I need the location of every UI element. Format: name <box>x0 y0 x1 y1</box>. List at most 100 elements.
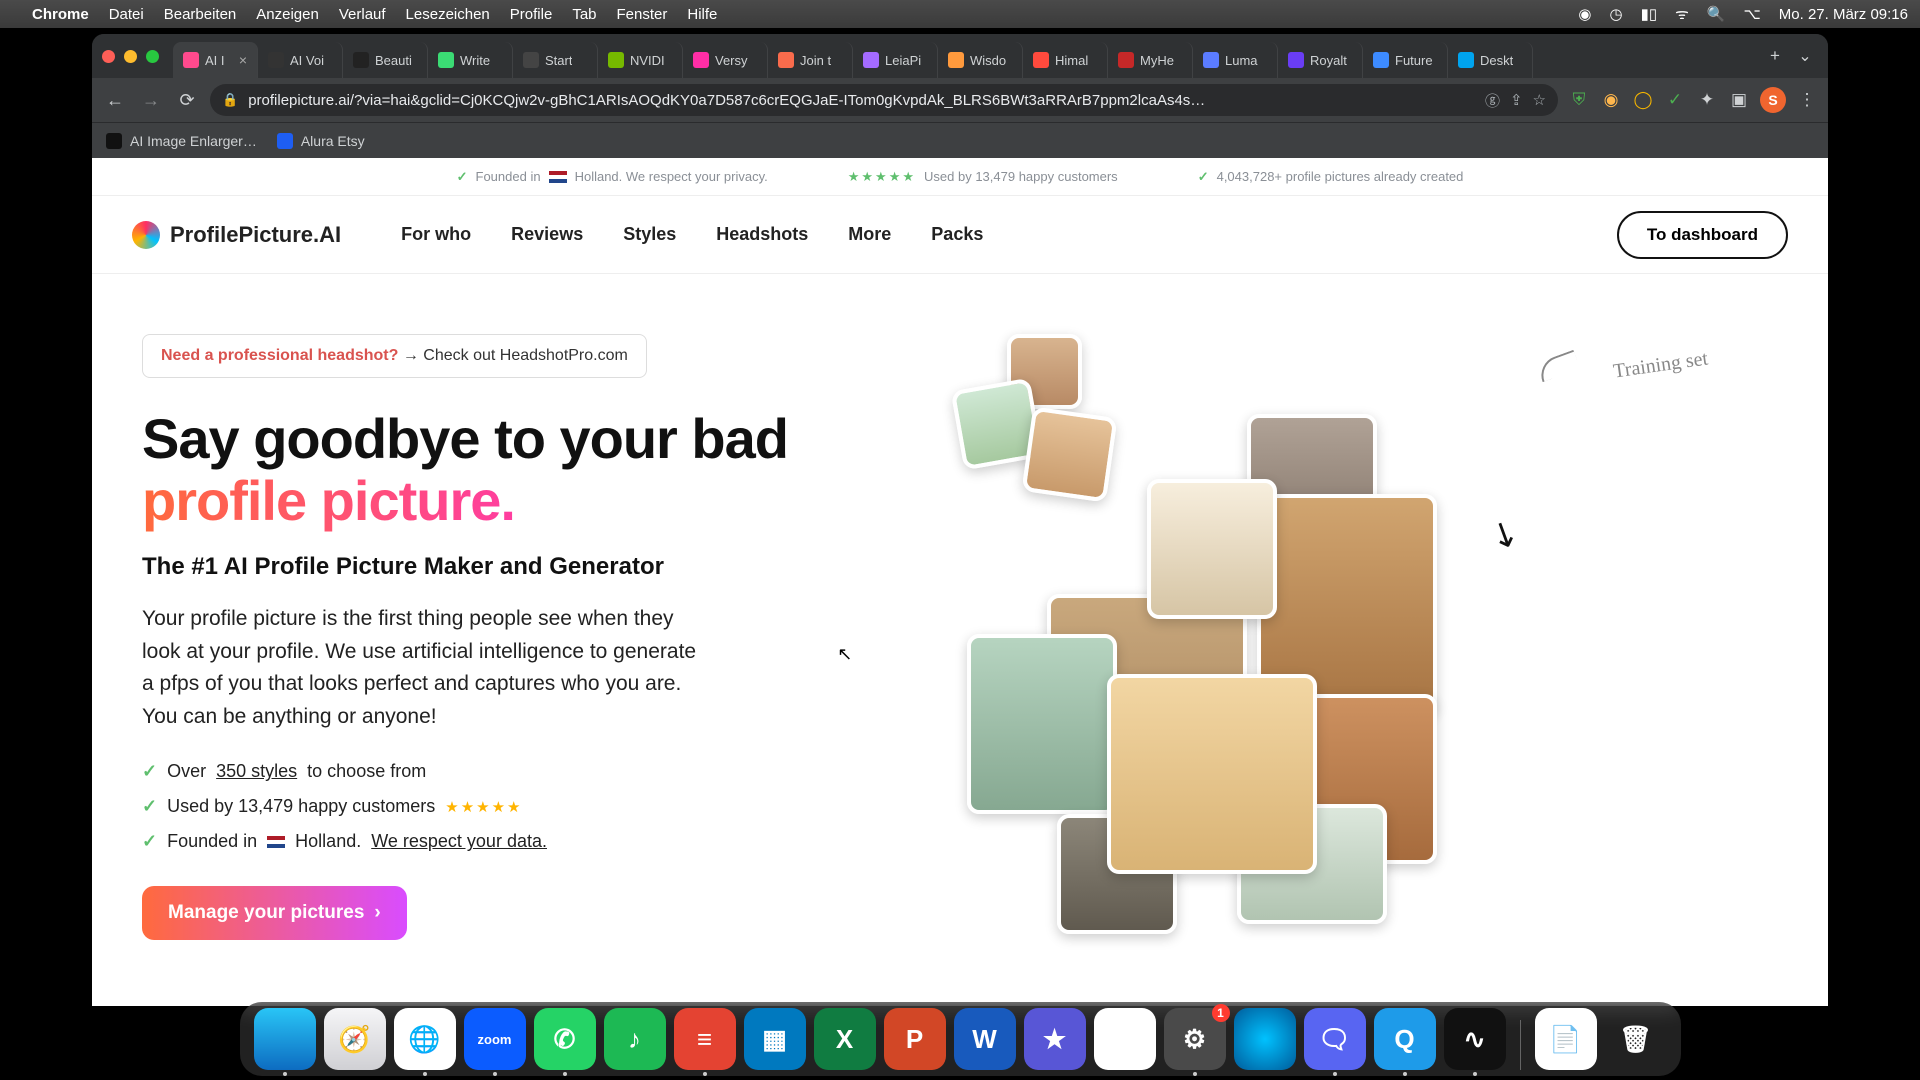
translate-icon[interactable]: ⓖ <box>1485 90 1500 111</box>
browser-tab[interactable]: AI Voi <box>258 42 343 78</box>
dock-app-discord[interactable]: 🗨 <box>1304 1008 1366 1070</box>
record-icon[interactable]: ◉ <box>1578 5 1591 23</box>
menu-fenster[interactable]: Fenster <box>617 6 668 23</box>
browser-tab[interactable]: Start <box>513 42 598 78</box>
nav-reviews[interactable]: Reviews <box>511 224 583 245</box>
styles-link[interactable]: 350 styles <box>216 761 297 782</box>
nav-packs[interactable]: Packs <box>931 224 983 245</box>
chrome-menu-icon[interactable]: ⋮ <box>1796 90 1818 110</box>
browser-tab[interactable]: Royalt <box>1278 42 1363 78</box>
window-minimize-button[interactable] <box>124 50 137 63</box>
dock-app-finder[interactable] <box>254 1008 316 1070</box>
extension-icon[interactable]: ◉ <box>1600 90 1622 110</box>
extension-icon-2[interactable]: ◯ <box>1632 90 1654 110</box>
reload-button[interactable]: ⟳ <box>174 87 200 113</box>
browser-tab[interactable]: AI I × <box>173 42 258 78</box>
address-bar[interactable]: 🔒 profilepicture.ai/?via=hai&gclid=Cj0KC… <box>210 84 1558 116</box>
privacy-link[interactable]: We respect your data. <box>371 831 547 852</box>
bookmark-star-icon[interactable]: ☆ <box>1533 91 1546 109</box>
forward-button[interactable]: → <box>138 87 164 113</box>
dock-trash[interactable]: 🗑 <box>1605 1008 1667 1070</box>
nav-more[interactable]: More <box>848 224 891 245</box>
manage-pictures-button[interactable]: Manage your pictures › <box>142 886 407 940</box>
tab-favicon <box>1118 52 1134 68</box>
extensions-puzzle-icon[interactable]: ✦ <box>1696 90 1718 110</box>
menu-bearbeiten[interactable]: Bearbeiten <box>164 6 237 23</box>
dock-app-todoist[interactable]: ≡ <box>674 1008 736 1070</box>
menu-hilfe[interactable]: Hilfe <box>687 6 717 23</box>
nav-styles[interactable]: Styles <box>623 224 676 245</box>
browser-tab[interactable]: Luma <box>1193 42 1278 78</box>
bullet-founded: ✓ Founded in Holland. We respect your da… <box>142 831 927 852</box>
tab-overflow-button[interactable]: ⌄ <box>1790 46 1820 66</box>
dock-app-settings[interactable]: ⚙1 <box>1164 1008 1226 1070</box>
lock-icon: 🔒 <box>222 92 238 108</box>
menu-anzeigen[interactable]: Anzeigen <box>256 6 319 23</box>
dock-app-powerpoint[interactable]: P <box>884 1008 946 1070</box>
dock-app-whatsapp[interactable]: ✆ <box>534 1008 596 1070</box>
tab-label: AI Voi <box>290 53 324 68</box>
dock-app-quicktime[interactable]: Q <box>1374 1008 1436 1070</box>
menubar-clock[interactable]: Mo. 27. März 09:16 <box>1779 6 1908 23</box>
menu-lesezeichen[interactable]: Lesezeichen <box>406 6 490 23</box>
logo-icon <box>132 221 160 249</box>
site-logo[interactable]: ProfilePicture.AI <box>132 221 341 249</box>
bookmark-alura-etsy[interactable]: Alura Etsy <box>277 133 365 149</box>
tab-label: NVIDI <box>630 53 665 68</box>
menu-profile[interactable]: Profile <box>510 6 553 23</box>
browser-tab[interactable]: Write <box>428 42 513 78</box>
bookmark-ai-image-enlarger[interactable]: AI Image Enlarger… <box>106 133 257 149</box>
share-icon[interactable]: ⇪ <box>1510 91 1523 109</box>
dock-preview-doc[interactable]: 📄 <box>1535 1008 1597 1070</box>
menubar-app-name[interactable]: Chrome <box>32 6 89 23</box>
dock-app-spotify[interactable]: ♪ <box>604 1008 666 1070</box>
browser-tab[interactable]: Wisdo <box>938 42 1023 78</box>
browser-tab[interactable]: MyHe <box>1108 42 1193 78</box>
banner-customers: ★★★★★ Used by 13,479 happy customers <box>848 169 1118 185</box>
profile-avatar[interactable]: S <box>1760 87 1786 113</box>
extension-icon-3[interactable]: ✓ <box>1664 90 1686 110</box>
menu-tab[interactable]: Tab <box>572 6 596 23</box>
promo-banner[interactable]: Need a professional headshot? → Check ou… <box>142 334 647 378</box>
dock-app-trello[interactable]: ▦ <box>744 1008 806 1070</box>
dock-app-imovie[interactable]: ★ <box>1024 1008 1086 1070</box>
browser-tab[interactable]: Deskt <box>1448 42 1533 78</box>
dock-app-safari[interactable]: 🧭 <box>324 1008 386 1070</box>
to-dashboard-button[interactable]: To dashboard <box>1617 211 1788 259</box>
dock-app-excel[interactable]: X <box>814 1008 876 1070</box>
browser-tab[interactable]: Future <box>1363 42 1448 78</box>
bullet-styles: ✓ Over 350 styles to choose from <box>142 761 927 782</box>
tab-close-icon[interactable]: × <box>239 52 247 68</box>
sidepanel-icon[interactable]: ▣ <box>1728 90 1750 110</box>
cta-label: Manage your pictures <box>168 902 364 924</box>
dock-app-zoom[interactable]: zoom <box>464 1008 526 1070</box>
menu-datei[interactable]: Datei <box>109 6 144 23</box>
dock-app-drive[interactable]: ▲ <box>1094 1008 1156 1070</box>
stopwatch-icon[interactable]: ◷ <box>1609 5 1622 23</box>
tab-favicon <box>948 52 964 68</box>
spotlight-icon[interactable]: 🔍 <box>1707 5 1726 23</box>
browser-tab[interactable]: Himal <box>1023 42 1108 78</box>
back-button[interactable]: ← <box>102 87 128 113</box>
menu-verlauf[interactable]: Verlauf <box>339 6 386 23</box>
nav-for-who[interactable]: For who <box>401 224 471 245</box>
browser-tab[interactable]: LeiaPi <box>853 42 938 78</box>
dock-app-word[interactable]: W <box>954 1008 1016 1070</box>
dock-app-voice[interactable]: ∿ <box>1444 1008 1506 1070</box>
bullet-text: Over <box>167 761 206 782</box>
tab-label: AI I <box>205 53 225 68</box>
browser-tab[interactable]: Versy <box>683 42 768 78</box>
battery-icon[interactable]: ▮▯ <box>1641 5 1658 23</box>
extension-shield-icon[interactable]: ⛨ <box>1568 90 1590 110</box>
nav-headshots[interactable]: Headshots <box>716 224 808 245</box>
window-maximize-button[interactable] <box>146 50 159 63</box>
dock-app-chrome[interactable]: 🌐 <box>394 1008 456 1070</box>
dock-app-siri[interactable] <box>1234 1008 1296 1070</box>
browser-tab[interactable]: Join t <box>768 42 853 78</box>
browser-tab[interactable]: NVIDI <box>598 42 683 78</box>
new-tab-button[interactable]: + <box>1760 46 1790 66</box>
wifi-icon[interactable]: ᯤ <box>1675 4 1689 24</box>
window-close-button[interactable] <box>102 50 115 63</box>
browser-tab[interactable]: Beauti <box>343 42 428 78</box>
control-center-icon[interactable]: ⌥ <box>1743 5 1760 23</box>
